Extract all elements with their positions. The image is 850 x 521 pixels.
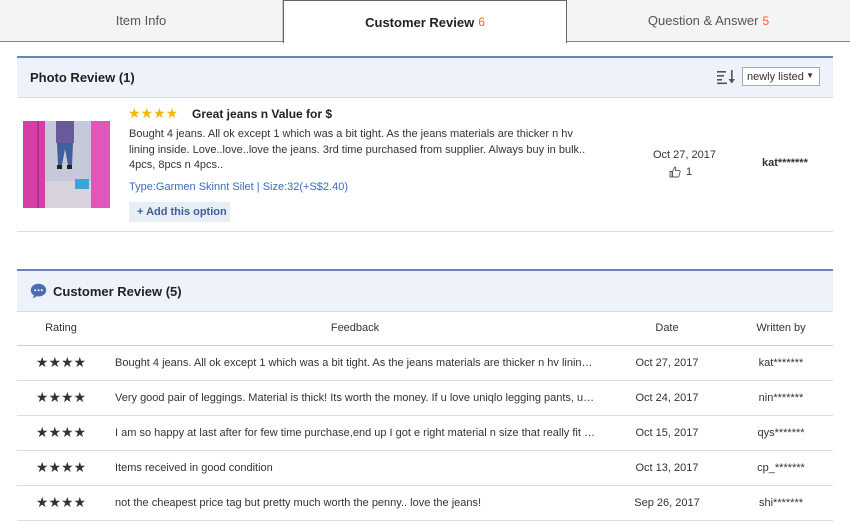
rating-stars: ★★★★: [17, 415, 105, 451]
customer-review-panel: Customer Review (5) Rating Feedback Date…: [17, 269, 833, 521]
chat-bubble-icon: [30, 283, 47, 299]
review-feedback[interactable]: I am so happy at last after for few time…: [105, 415, 605, 451]
add-option-button[interactable]: + Add this option: [129, 202, 230, 222]
review-date: Oct 27, 2017: [653, 149, 716, 161]
review-date: Oct 24, 2017: [605, 380, 729, 416]
table-header-row: Rating Feedback Date Written by: [17, 312, 833, 346]
customer-review-header: Customer Review (5): [17, 269, 833, 312]
like-button[interactable]: 1: [669, 166, 692, 178]
review-author: qys*******: [729, 415, 833, 451]
review-photo-image: [23, 121, 110, 208]
review-feedback[interactable]: Very good pair of leggings. Material is …: [105, 380, 605, 416]
thumbs-up-icon: [669, 166, 681, 178]
photo-review-panel: Photo Review (1) newly listed ▼ ★★★★ Gre…: [17, 56, 833, 234]
rating-stars: ★★★★: [17, 485, 105, 521]
column-header-rating: Rating: [17, 312, 105, 346]
table-row[interactable]: ★★★★ not the cheapest price tag but pret…: [17, 485, 833, 521]
column-header-feedback: Feedback: [105, 312, 605, 346]
reviews-table: Rating Feedback Date Written by ★★★★ Bou…: [17, 312, 833, 521]
tab-customer-review[interactable]: Customer Review 6: [283, 0, 567, 43]
photo-review-header: Photo Review (1) newly listed ▼: [17, 56, 833, 98]
customer-review-title: Customer Review (5): [53, 283, 182, 299]
photo-review-title: Photo Review (1): [30, 70, 135, 85]
review-author: kat*******: [762, 157, 808, 169]
review-date: Sep 26, 2017: [605, 485, 729, 521]
tab-bar: Item Info Customer Review 6 Question & A…: [0, 0, 850, 43]
sort-order-icon[interactable]: [716, 69, 736, 85]
review-author: kat*******: [729, 345, 833, 381]
table-row[interactable]: ★★★★ Bought 4 jeans. All ok except 1 whi…: [17, 345, 833, 381]
review-author: nin*******: [729, 380, 833, 416]
purchased-option[interactable]: Type:Garmen Skinnt Silet | Size:32(+S$2.…: [129, 181, 348, 193]
tab-label: Item Info: [115, 13, 167, 28]
review-author: shi*******: [729, 485, 833, 521]
column-header-author: Written by: [729, 312, 833, 346]
rating-stars: ★★★★: [17, 380, 105, 416]
sort-selected-value: newly listed: [747, 70, 804, 83]
rating-stars: ★★★★: [17, 450, 105, 486]
review-date: Oct 27, 2017: [605, 345, 729, 381]
table-row[interactable]: ★★★★ Items received in good condition Oc…: [17, 450, 833, 486]
sort-control: newly listed ▼: [716, 67, 820, 86]
rating-stars: ★★★★: [128, 105, 179, 121]
tab-label: Question & Answer: [647, 13, 759, 28]
review-photo-thumbnail[interactable]: [23, 121, 110, 208]
rating-stars: ★★★★: [17, 345, 105, 381]
review-author: cp_*******: [729, 450, 833, 486]
review-feedback[interactable]: not the cheapest price tag but pretty mu…: [105, 485, 605, 521]
tab-question-answer[interactable]: Question & Answer 5: [567, 0, 850, 41]
tab-item-info[interactable]: Item Info: [0, 0, 283, 41]
tab-label: Customer Review: [365, 14, 475, 30]
tab-count-badge: 6: [478, 15, 485, 29]
sort-select[interactable]: newly listed ▼: [742, 67, 820, 86]
review-feedback[interactable]: Bought 4 jeans. All ok except 1 which wa…: [105, 345, 605, 381]
table-row[interactable]: ★★★★ I am so happy at last after for few…: [17, 415, 833, 451]
chevron-down-icon: ▼: [806, 71, 814, 80]
like-count: 1: [686, 166, 693, 178]
review-date: Oct 13, 2017: [605, 450, 729, 486]
column-header-date: Date: [605, 312, 729, 346]
review-title: Great jeans n Value for $: [192, 107, 333, 121]
review-text: Bought 4 jeans. All ok except 1 which wa…: [129, 128, 586, 171]
review-date: Oct 15, 2017: [605, 415, 729, 451]
tab-count-badge: 5: [762, 13, 770, 28]
review-feedback[interactable]: Items received in good condition: [105, 450, 605, 486]
table-row[interactable]: ★★★★ Very good pair of leggings. Materia…: [17, 380, 833, 416]
